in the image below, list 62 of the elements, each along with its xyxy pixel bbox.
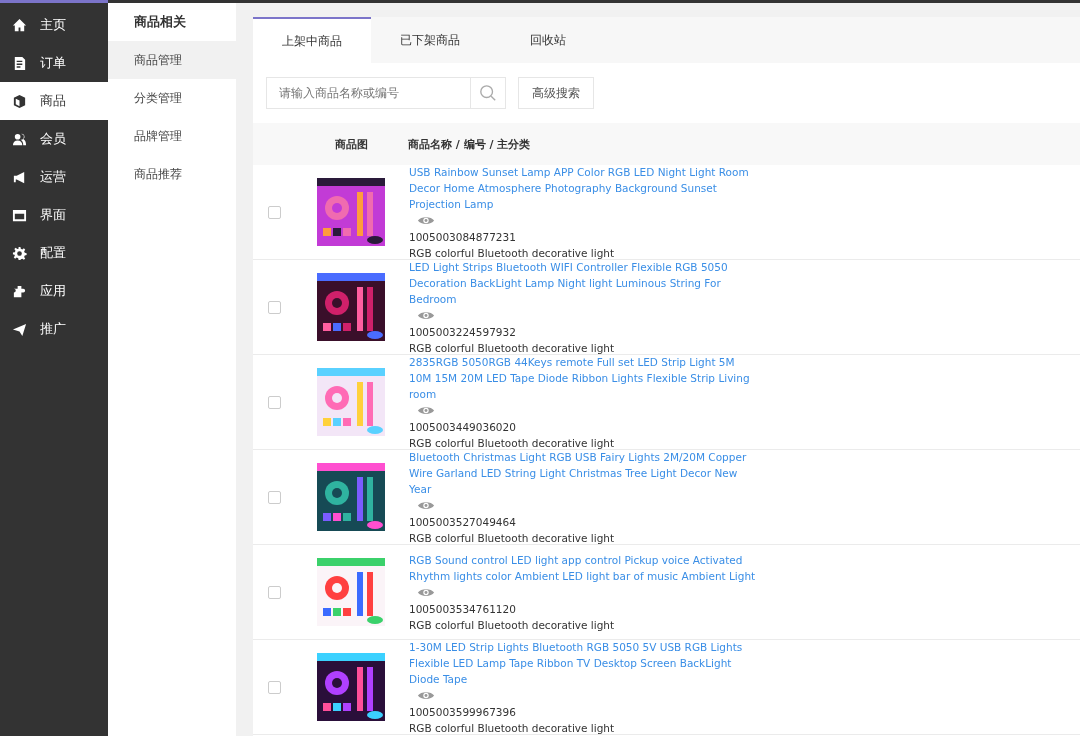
checkbox[interactable] bbox=[268, 395, 281, 409]
menu-icon bbox=[12, 93, 27, 109]
product-title-link[interactable]: Bluetooth Christmas Light RGB USB Fairy Lights 2M/20M Copper Wire Garland LED String Light Christmas Tree Light Decor New Year bbox=[409, 448, 759, 497]
product-id: 1005003224597932 bbox=[409, 324, 517, 340]
submenu-item[interactable]: 商品管理 bbox=[108, 41, 236, 79]
advanced-search-button[interactable]: 高级搜索 bbox=[518, 77, 594, 109]
eye-icon[interactable] bbox=[417, 689, 435, 701]
sidebar-item[interactable]: 主页 bbox=[0, 6, 108, 44]
sidebar-item[interactable]: 配置 bbox=[0, 234, 108, 272]
product-category: RGB colorful Bluetooth decorative light bbox=[409, 435, 616, 451]
menu-icon bbox=[12, 283, 27, 299]
sidebar-item[interactable]: 应用 bbox=[0, 272, 108, 310]
product-id: 1005003599967396 bbox=[409, 704, 517, 720]
eye-icon[interactable] bbox=[417, 586, 435, 598]
eye-icon[interactable] bbox=[417, 404, 435, 416]
submenu-item[interactable]: 商品推荐 bbox=[108, 155, 236, 193]
column-header: 商品名称 / 编号 / 主分类 bbox=[408, 136, 531, 152]
menu-icon bbox=[12, 321, 27, 337]
menu-icon bbox=[12, 245, 27, 261]
sidebar-item[interactable]: 商品 bbox=[0, 82, 108, 120]
menu-icon bbox=[12, 131, 27, 147]
submenu-title: 商品相关 bbox=[133, 13, 187, 31]
checkbox[interactable] bbox=[268, 300, 281, 314]
product-title-link[interactable]: 2835RGB 5050RGB 44Keys remote Full set LED Strip Light 5M 10M 15M 20M LED Tape Diode Ribbon Lights Flexible Strip Living room bbox=[409, 353, 759, 402]
product-title-link[interactable]: USB Rainbow Sunset Lamp APP Color RGB LED Night Light Room Decor Home Atmosphere Photography Background Sunset Projection Lamp bbox=[409, 163, 759, 212]
product-title-link[interactable]: 1-30M LED Strip Lights Bluetooth RGB 5050 5V USB RGB Lights Flexible LED Lamp Tape Ribbon TV Desktop Screen BackLight Diode Tape bbox=[409, 638, 759, 687]
search-field[interactable]: 请输入商品名称或编号 bbox=[266, 77, 471, 109]
tab[interactable]: 已下架商品 bbox=[371, 17, 489, 63]
product-category: RGB colorful Bluetooth decorative light bbox=[409, 720, 616, 736]
product-id: 1005003449036020 bbox=[409, 419, 517, 435]
menu-icon bbox=[12, 169, 27, 185]
menu-icon bbox=[12, 55, 27, 71]
column-header: 商品图 bbox=[335, 136, 368, 152]
sidebar-item[interactable]: 推广 bbox=[0, 310, 108, 348]
checkbox[interactable] bbox=[268, 205, 281, 219]
product-category: RGB colorful Bluetooth decorative light bbox=[409, 617, 616, 633]
eye-icon[interactable] bbox=[417, 214, 435, 226]
product-category: RGB colorful Bluetooth decorative light bbox=[409, 530, 616, 546]
sidebar-item[interactable]: 界面 bbox=[0, 196, 108, 234]
product-category: RGB colorful Bluetooth decorative light bbox=[409, 245, 616, 261]
submenu-item[interactable]: 品牌管理 bbox=[108, 117, 236, 155]
sidebar-item[interactable]: 运营 bbox=[0, 158, 108, 196]
tab[interactable]: 回收站 bbox=[489, 17, 607, 63]
menu-icon bbox=[12, 207, 27, 223]
product-id: 1005003084877231 bbox=[409, 229, 517, 245]
search-button[interactable] bbox=[471, 77, 506, 109]
product-id: 1005003527049464 bbox=[409, 514, 517, 530]
submenu-item[interactable]: 分类管理 bbox=[108, 79, 236, 117]
checkbox[interactable] bbox=[268, 585, 281, 599]
eye-icon[interactable] bbox=[417, 309, 435, 321]
eye-icon[interactable] bbox=[417, 499, 435, 511]
product-id: 1005003534761120 bbox=[409, 601, 517, 617]
product-category: RGB colorful Bluetooth decorative light bbox=[409, 340, 616, 356]
sidebar-item[interactable]: 订单 bbox=[0, 44, 108, 82]
product-title-link[interactable]: RGB Sound control LED light app control Pickup voice Activated Rhythm lights color Ambient LED light bar of music Ambient Light bbox=[409, 551, 759, 584]
tab[interactable]: 上架中商品 bbox=[253, 17, 371, 63]
checkbox[interactable] bbox=[268, 680, 281, 694]
checkbox[interactable] bbox=[268, 490, 281, 504]
sidebar-item[interactable]: 会员 bbox=[0, 120, 108, 158]
search-icon bbox=[479, 84, 497, 102]
product-title-link[interactable]: LED Light Strips Bluetooth WIFI Controller Flexible RGB 5050 Decoration BackLight Lamp Night light Luminous String For Bedroom bbox=[409, 258, 759, 307]
menu-icon bbox=[12, 17, 27, 33]
